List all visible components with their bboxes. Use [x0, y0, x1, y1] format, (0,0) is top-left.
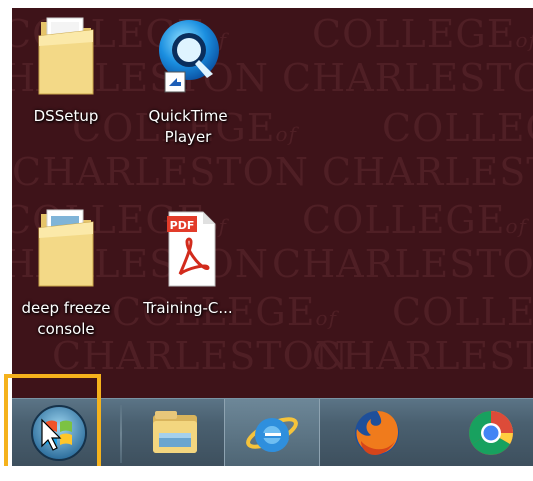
- desktop-icon-label: Training-C...: [143, 299, 233, 317]
- bottom-margin: [0, 466, 533, 481]
- wallpaper-watermark: COLLEGEof: [392, 290, 533, 334]
- wallpaper-watermark: COLLEGEof: [302, 198, 527, 242]
- desktop-icon-training-pdf[interactable]: PDF Training-C...: [140, 204, 236, 319]
- pdf-badge-text: PDF: [170, 219, 195, 232]
- desktop-icon-label: deep freeze console: [21, 299, 111, 338]
- desktop-icon-label: DSSetup: [33, 107, 99, 125]
- taskbar-file-explorer[interactable]: [128, 399, 222, 467]
- wallpaper-watermark: CHARLESTON: [12, 150, 310, 194]
- file-explorer-icon: [153, 411, 197, 453]
- wallpaper-watermark: COLLEGEof: [382, 106, 533, 150]
- taskbar-internet-explorer[interactable]: [224, 399, 320, 467]
- taskbar-chrome[interactable]: [438, 399, 532, 467]
- wallpaper-watermark: CHARLESTON: [282, 56, 533, 100]
- folder-icon: [38, 209, 94, 287]
- taskbar-divider: [120, 405, 122, 463]
- wallpaper-watermark: CHARLESTON: [322, 150, 533, 194]
- desktop-icon-deep-freeze-console[interactable]: deep freeze console: [18, 204, 114, 340]
- wallpaper-watermark: CHARLESTON: [272, 242, 533, 286]
- desktop-icon-dssetup[interactable]: DSSetup: [18, 12, 114, 127]
- folder-icon: [38, 17, 94, 95]
- quicktime-icon: [159, 20, 219, 93]
- wallpaper-watermark: CHARLESTON: [52, 334, 350, 378]
- desktop[interactable]: COLLEGEof COLLEGEof CHARLESTON CHARLESTO…: [12, 8, 533, 398]
- desktop-icon-label: QuickTime Player: [148, 107, 228, 146]
- pdf-icon: PDF: [167, 211, 216, 287]
- chrome-icon: [469, 411, 513, 455]
- start-button-highlight: [4, 374, 101, 475]
- wallpaper-watermark: CHARLESTON: [312, 334, 533, 378]
- internet-explorer-icon: [246, 417, 298, 453]
- wallpaper-watermark: COLLEGEof: [312, 12, 533, 56]
- taskbar-firefox[interactable]: [330, 399, 424, 467]
- desktop-icon-quicktime-player[interactable]: QuickTime Player: [140, 12, 236, 148]
- firefox-icon: [355, 411, 399, 455]
